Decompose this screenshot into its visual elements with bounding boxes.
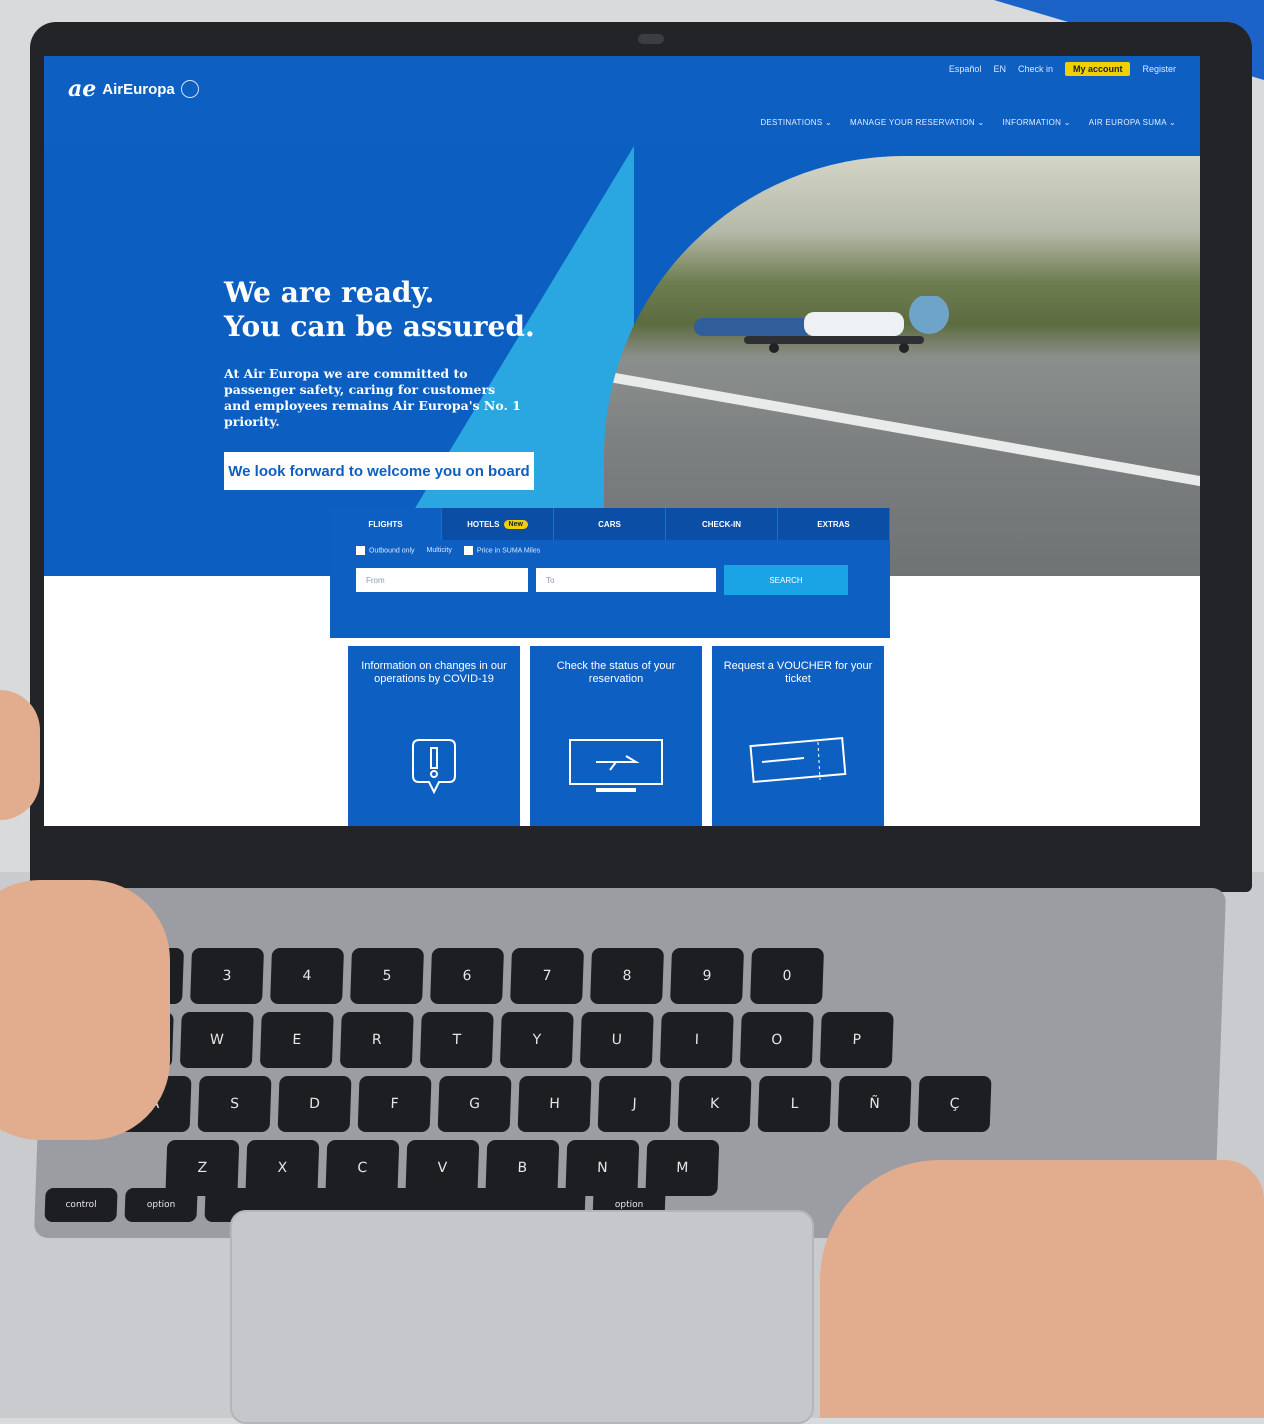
key-y[interactable]: Y [499,1012,574,1068]
register-link[interactable]: Register [1142,64,1176,74]
search-button[interactable]: SEARCH [724,565,848,595]
road-line [604,371,1200,493]
key-d[interactable]: D [277,1076,352,1132]
outbound-only-option[interactable]: Outbound only [356,546,415,555]
covid-info-text: Information on changes in our operations… [361,660,507,685]
key-r[interactable]: R [339,1012,414,1068]
q-row: Q W E R T Y U I O P [99,1012,894,1068]
multicity-label: Multicity [426,547,452,554]
reservation-status-card[interactable]: Check the status of your reservation [530,646,702,826]
key-e[interactable]: E [259,1012,334,1068]
tab-checkin[interactable]: CHECK-IN [666,508,778,540]
tab-flights-label: FLIGHTS [368,519,403,529]
to-input[interactable]: To [536,568,716,592]
key-f[interactable]: F [357,1076,432,1132]
search-fields: From To SEARCH [330,561,890,599]
key-cedilla[interactable]: Ç [917,1076,992,1132]
language-link[interactable]: Español [949,64,982,74]
key-g[interactable]: G [437,1076,512,1132]
hero-subtitle: At Air Europa we are committed to passen… [224,366,521,429]
suma-miles-option[interactable]: Price in SUMA Miles [463,546,541,555]
checkbox-icon [356,546,365,555]
hero-title-line1: We are ready. [224,276,435,309]
nav-destinations[interactable]: DESTINATIONS ⌄ [760,118,832,127]
globe-icon [180,80,199,98]
new-badge: New [503,519,528,529]
voucher-text: Request a VOUCHER for your ticket [723,660,873,685]
warning-bubble-icon [412,739,456,795]
key-o[interactable]: O [739,1012,814,1068]
brand-logo[interactable]: ae AirEuropa [68,76,199,102]
key-3[interactable]: 3 [190,948,265,1004]
welcome-cta-button[interactable]: We look forward to welcome you on board [224,452,534,490]
number-row: 2 3 4 5 6 7 8 9 0 [62,948,825,1004]
my-account-button[interactable]: My account [1064,62,1131,76]
key-6[interactable]: 6 [430,948,505,1004]
key-l[interactable]: L [757,1076,832,1132]
left-hand-lower [0,880,170,1140]
key-w[interactable]: W [179,1012,254,1068]
key-s[interactable]: S [197,1076,272,1132]
right-hand [820,1160,1264,1418]
skateboard-kid-illustration [694,296,949,353]
tab-checkin-label: CHECK-IN [701,519,742,529]
key-7[interactable]: 7 [510,948,585,1004]
monitor-plane-icon [569,739,663,792]
tab-cars-label: CARS [598,519,621,529]
booking-widget: FLIGHTS HOTELS New CARS CHECK-IN EXTRAS O… [330,508,890,638]
trip-options: Outbound only Multicity Price in SUMA Mi… [330,540,890,561]
key-0[interactable]: 0 [750,948,825,1004]
lang-code-link[interactable]: EN [993,64,1006,74]
key-9[interactable]: 9 [670,948,745,1004]
from-input[interactable]: From [356,568,528,592]
tab-hotels[interactable]: HOTELS New [442,508,554,540]
reservation-status-text: Check the status of your reservation [556,660,676,685]
tab-hotels-label: HOTELS [467,519,500,529]
tab-flights[interactable]: FLIGHTS [330,508,442,540]
site-header: ae AirEuropa Español EN Check in My acco… [44,56,1200,146]
brand-name: AirEuropa [102,80,175,98]
hero-title-line2: You can be assured. [224,310,535,343]
key-k[interactable]: K [677,1076,752,1132]
from-placeholder: From [366,575,385,585]
nav-manage-reservation[interactable]: MANAGE YOUR RESERVATION ⌄ [850,118,985,127]
brand-mark: ae [68,76,97,102]
key-u[interactable]: U [579,1012,654,1068]
key-t[interactable]: T [419,1012,494,1068]
left-hand-upper [0,690,40,820]
tab-cars[interactable]: CARS [554,508,666,540]
key-control[interactable]: control [44,1188,118,1222]
main-nav: DESTINATIONS ⌄ MANAGE YOUR RESERVATION ⌄… [760,118,1176,127]
key-h[interactable]: H [517,1076,592,1132]
multicity-option[interactable]: Multicity [427,547,452,554]
webcam [638,34,664,44]
suma-miles-label: Price in SUMA Miles [476,547,541,555]
key-p[interactable]: P [819,1012,894,1068]
key-8[interactable]: 8 [590,948,665,1004]
nav-information[interactable]: INFORMATION ⌄ [1003,118,1071,127]
outbound-only-label: Outbound only [369,547,415,555]
voucher-card[interactable]: Request a VOUCHER for your ticket [712,646,884,826]
key-enye[interactable]: Ñ [837,1076,912,1132]
laptop-screen: ae AirEuropa Español EN Check in My acco… [44,56,1200,826]
key-i[interactable]: I [659,1012,734,1068]
key-5[interactable]: 5 [350,948,425,1004]
key-option-left[interactable]: option [124,1188,198,1222]
info-cards: Information on changes in our operations… [348,646,884,826]
checkbox-icon [463,546,473,555]
a-row: A S D F G H J K L Ñ Ç [117,1076,992,1132]
to-placeholder: To [546,575,555,585]
checkin-link[interactable]: Check in [1018,64,1053,74]
tab-extras-label: EXTRAS [817,519,850,529]
key-j[interactable]: J [597,1076,672,1132]
key-4[interactable]: 4 [270,948,345,1004]
ticket-icon [749,736,847,784]
tab-extras[interactable]: EXTRAS [778,508,890,540]
nav-suma[interactable]: AIR EUROPA SUMA ⌄ [1089,118,1176,127]
top-links: Español EN Check in My account Register [949,62,1176,76]
trackpad[interactable] [230,1210,814,1424]
hero-title: We are ready. You can be assured. [224,276,535,344]
booking-tabs: FLIGHTS HOTELS New CARS CHECK-IN EXTRAS [330,508,890,540]
covid-info-card[interactable]: Information on changes in our operations… [348,646,520,826]
